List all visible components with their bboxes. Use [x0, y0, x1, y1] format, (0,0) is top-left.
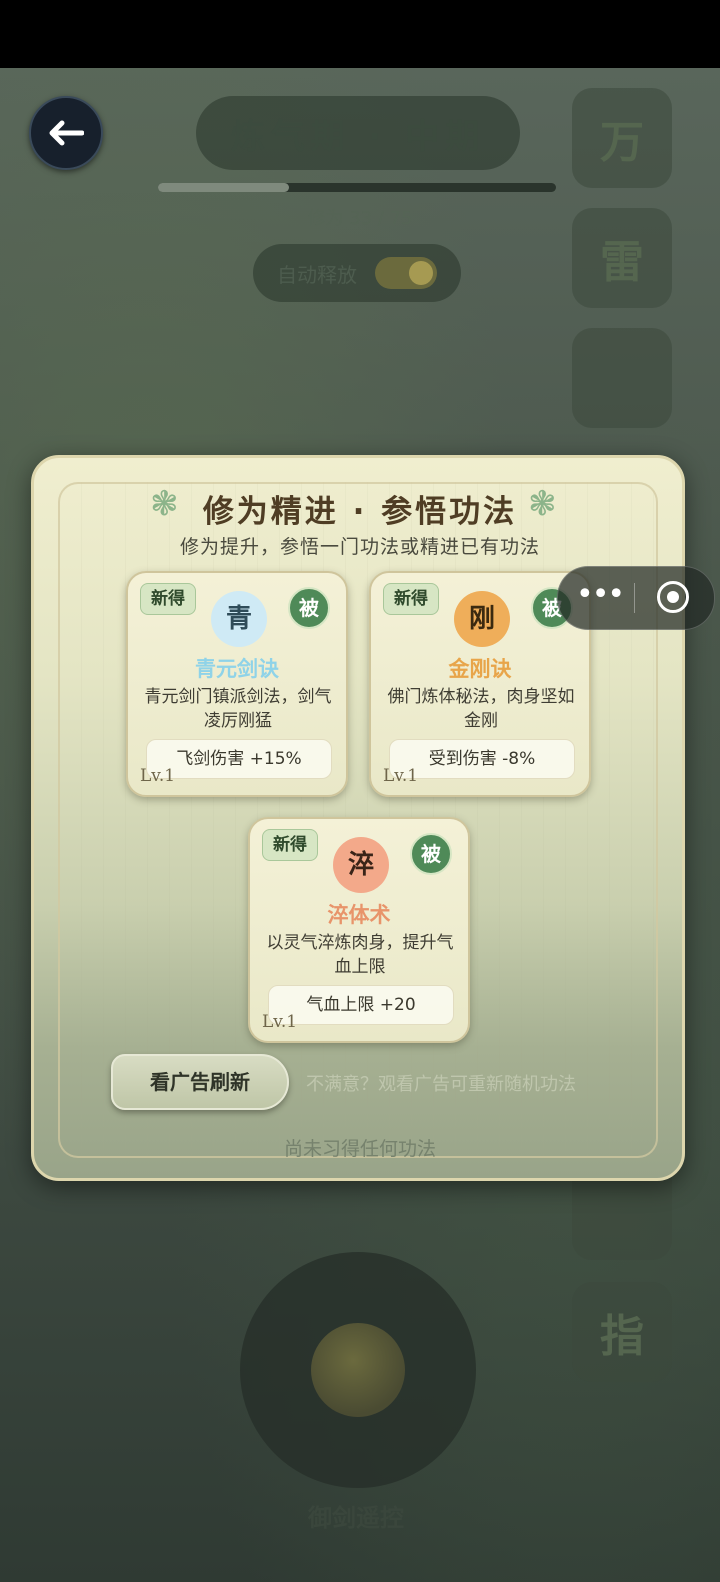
skill-name: 金刚诀	[448, 657, 512, 681]
skill-level: Lv.1	[140, 766, 176, 786]
skill-card-cuiti[interactable]: 新得 淬 被 淬体术 以灵气淬炼肉身，提升气血上限 气血上限 +20 Lv.1	[248, 817, 470, 1043]
passive-badge: 被	[288, 587, 330, 629]
toggle-knob	[409, 261, 433, 285]
learned-skills-empty-text: 尚未习得任何功法	[283, 1138, 436, 1160]
realm-progress-bar	[158, 183, 556, 192]
capsule-divider	[634, 583, 635, 613]
toggle-switch[interactable]	[375, 257, 437, 289]
side-button-3[interactable]	[572, 328, 672, 428]
side-button-1[interactable]: 万	[572, 88, 672, 188]
watch-ad-refresh-button[interactable]: 看广告刷新	[111, 1054, 289, 1110]
skill-icon: 淬	[333, 837, 389, 893]
skill-level: Lv.1	[383, 766, 419, 786]
realm-progress-fill	[158, 183, 290, 192]
skill-icon: 青	[211, 591, 267, 647]
passive-badge: 被	[410, 833, 452, 875]
auto-release-label: 自动释放	[277, 262, 357, 287]
modal-title: 修为精进 · 参悟功法	[202, 494, 518, 530]
skill-icon: 刚	[454, 591, 510, 647]
close-target-icon[interactable]	[657, 581, 689, 613]
skill-description: 青元剑门镇派剑法，剑气凌厉刚猛	[144, 687, 332, 731]
side-button-5[interactable]: 指	[572, 1282, 672, 1382]
side-button-2[interactable]: 雷	[572, 208, 672, 308]
skill-description: 以灵气淬炼肉身，提升气血上限	[266, 933, 454, 977]
joystick-label: 御剑遥控	[308, 1504, 404, 1532]
new-badge: 新得	[262, 829, 318, 861]
skill-level: Lv.1	[262, 1012, 298, 1032]
modal-subtitle: 修为提升，参悟一门功法或精进已有功法	[179, 536, 540, 558]
miniprogram-capsule: •••	[557, 566, 715, 630]
skill-description: 佛门炼体秘法，肉身坚如金刚	[387, 687, 575, 731]
back-button[interactable]	[29, 96, 103, 170]
joystick-knob[interactable]	[311, 1323, 405, 1417]
skill-name: 青元剑诀	[195, 657, 279, 681]
skill-card-qingyuan[interactable]: 新得 青 被 青元剑诀 青元剑门镇派剑法，剑气凌厉刚猛 飞剑伤害 +15% Lv…	[126, 571, 348, 797]
refresh-hint-text: 不满意？观看广告可重新随机功法	[306, 1074, 576, 1095]
new-badge: 新得	[383, 583, 439, 615]
realm-cultivation-text: 修为 33 / 75	[307, 208, 413, 229]
auto-release-toggle[interactable]: 自动释放	[253, 244, 461, 302]
joystick[interactable]	[240, 1252, 476, 1488]
status-bar	[0, 0, 720, 68]
more-icon[interactable]: •••	[576, 580, 625, 616]
new-badge: 新得	[140, 583, 196, 615]
skill-name: 淬体术	[327, 903, 391, 927]
realm-title: 炼气期 · 中期	[196, 96, 520, 170]
arrow-left-icon	[49, 120, 84, 146]
